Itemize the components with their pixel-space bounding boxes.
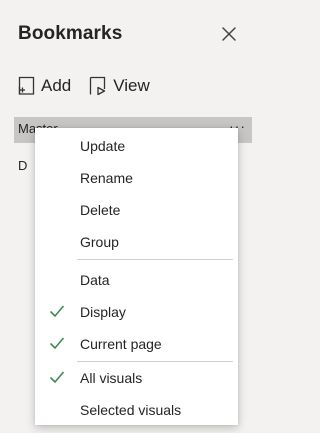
pane-title: Bookmarks	[18, 23, 123, 44]
menu-separator	[77, 259, 233, 260]
menu-item-label: Current page	[80, 336, 162, 352]
add-button-label: Add	[41, 76, 72, 95]
bookmark-label: D	[18, 158, 28, 173]
menu-item-label: Display	[80, 304, 126, 320]
add-bookmark-icon	[18, 76, 35, 96]
view-button[interactable]: View	[89, 76, 150, 96]
menu-item-current-page[interactable]: Current page	[35, 328, 238, 358]
menu-item-rename[interactable]: Rename	[35, 162, 238, 192]
view-button-label: View	[113, 76, 150, 95]
menu-item-label: Group	[80, 234, 119, 250]
view-bookmark-icon	[89, 76, 107, 96]
menu-item-label: All visuals	[80, 370, 143, 386]
menu-item-label: Data	[80, 272, 110, 288]
menu-item-label: Update	[80, 138, 126, 154]
close-icon[interactable]	[216, 21, 242, 47]
menu-item-delete[interactable]: Delete	[35, 194, 238, 224]
checkmark-icon	[49, 336, 65, 350]
bookmarks-toolbar: Add View	[18, 76, 150, 96]
menu-item-label: Selected visuals	[80, 402, 182, 418]
add-button[interactable]: Add	[18, 76, 71, 96]
menu-item-data[interactable]: Data	[35, 264, 238, 294]
menu-item-all-visuals[interactable]: All visuals	[35, 362, 238, 392]
pane-header: Bookmarks	[18, 19, 244, 49]
menu-item-display[interactable]: Display	[35, 296, 238, 326]
menu-item-label: Delete	[80, 202, 121, 218]
checkmark-icon	[49, 304, 65, 318]
menu-item-update[interactable]: Update	[35, 130, 238, 160]
bookmark-context-menu: Update Rename Delete Group Data Display …	[35, 128, 238, 425]
menu-item-label: Rename	[80, 170, 133, 186]
checkmark-icon	[49, 370, 65, 384]
menu-item-selected-visuals[interactable]: Selected visuals	[35, 394, 238, 424]
menu-item-group[interactable]: Group	[35, 226, 238, 256]
